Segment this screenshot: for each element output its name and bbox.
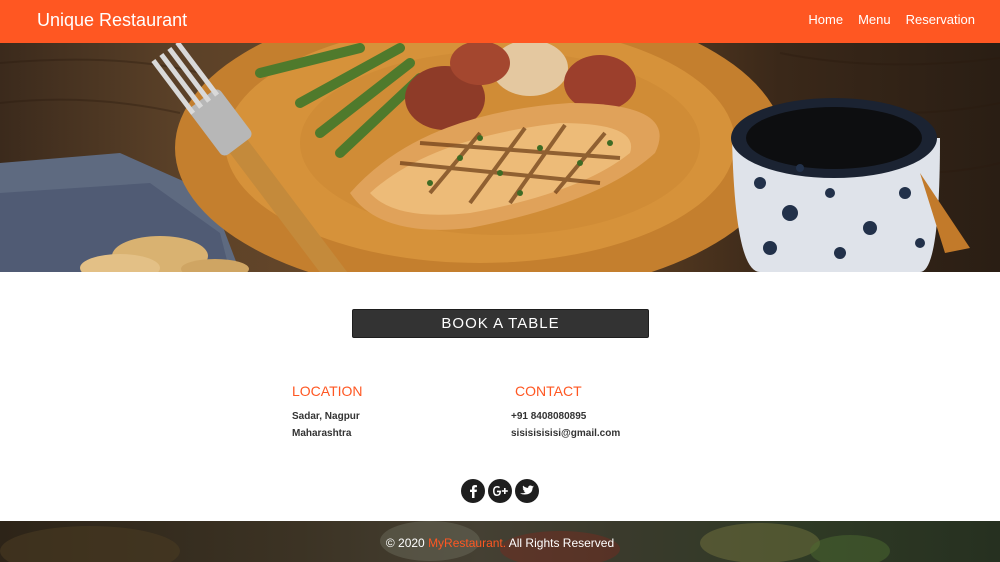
footer: © 2020 MyRestaurant. All Rights Reserved <box>0 521 1000 562</box>
google-plus-icon[interactable] <box>488 479 512 503</box>
hero-food-image <box>0 43 1000 272</box>
contact-email[interactable]: sisisisisisi@gmail.com <box>511 428 620 440</box>
brand-logo-text[interactable]: Unique Restaurant <box>37 9 187 31</box>
contact-phone: +91 8408080895 <box>511 411 587 422</box>
nav-menu-link[interactable]: Menu <box>858 12 891 28</box>
nav-home-link[interactable]: Home <box>808 12 843 28</box>
location-line-1: Sadar, Nagpur <box>292 411 360 422</box>
copyright-prefix: © 2020 <box>385 536 429 550</box>
nav-reservation-link[interactable]: Reservation <box>906 12 975 28</box>
book-table-button[interactable]: BOOK A TABLE <box>352 309 649 338</box>
facebook-icon[interactable] <box>461 479 485 503</box>
main-nav: Home Menu Reservation <box>808 12 975 28</box>
twitter-icon[interactable] <box>515 479 539 503</box>
footer-brand-link[interactable]: MyRestaurant. <box>428 536 506 550</box>
copyright-suffix: All Rights Reserved <box>506 536 615 550</box>
social-links <box>461 479 539 503</box>
hero-illustration <box>0 43 1000 272</box>
location-heading: LOCATION <box>292 383 363 399</box>
contact-heading: CONTACT <box>515 383 582 399</box>
footer-copyright: © 2020 MyRestaurant. All Rights Reserved <box>0 536 1000 550</box>
location-line-2: Maharashtra <box>292 428 352 439</box>
top-navbar: Unique Restaurant Home Menu Reservation <box>0 0 1000 43</box>
